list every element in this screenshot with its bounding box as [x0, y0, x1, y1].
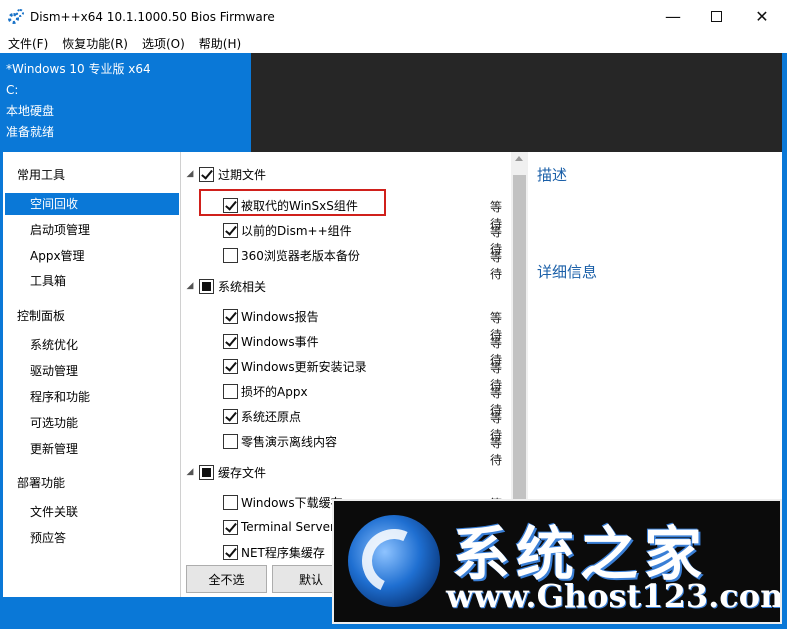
disk-type: 本地硬盘: [6, 104, 55, 118]
list-item[interactable]: 以前的Dism++组件: [223, 219, 352, 241]
item-label: 360浏览器老版本备份: [241, 248, 360, 263]
sidebar-item-file-association[interactable]: 文件关联: [5, 501, 179, 523]
item-checkbox[interactable]: [223, 247, 238, 263]
item-label: 以前的Dism++组件: [241, 223, 352, 238]
item-label: 损坏的Appx: [241, 384, 308, 399]
item-checkbox[interactable]: [223, 433, 238, 449]
group-checkbox[interactable]: [199, 166, 214, 182]
menu-file[interactable]: 文件(F): [8, 35, 48, 52]
watermark-logo-icon: [348, 515, 440, 607]
collapse-icon[interactable]: ◢: [181, 281, 199, 291]
sidebar-item-system-optimize[interactable]: 系统优化: [5, 334, 179, 356]
highlight-annotation: [199, 189, 386, 216]
sidebar-item-space-cleanup[interactable]: 空间回收: [5, 193, 179, 215]
list-item[interactable]: Windows下载缓存: [223, 491, 343, 513]
item-status: 等待: [490, 436, 503, 467]
collapse-icon[interactable]: ◢: [181, 169, 199, 179]
item-checkbox[interactable]: [223, 333, 238, 349]
sidebar-item-startup[interactable]: 启动项管理: [5, 219, 179, 241]
group-label: 缓存文件: [218, 465, 267, 480]
right-border: [782, 53, 787, 629]
details-heading: 详细信息: [537, 263, 598, 281]
list-item[interactable]: Terminal Server: [223, 516, 335, 538]
list-item[interactable]: Windows事件: [223, 330, 319, 352]
group-checkbox[interactable]: [199, 278, 214, 294]
session-list-area: [251, 53, 782, 152]
watermark-banner: 系统之家 www.Ghost123.com: [332, 499, 782, 624]
minimize-button[interactable]: —: [650, 0, 696, 33]
list-item[interactable]: NET程序集缓存: [223, 541, 325, 563]
sidebar-item-drivers[interactable]: 驱动管理: [5, 360, 179, 382]
item-label: Windows更新安装记录: [241, 359, 367, 374]
item-status: 等待: [490, 250, 503, 281]
item-label: NET程序集缓存: [241, 545, 325, 560]
collapse-icon[interactable]: ◢: [181, 467, 199, 477]
list-item[interactable]: 零售演示离线内容: [223, 430, 337, 452]
maximize-button[interactable]: [693, 0, 739, 33]
sidebar-item-appx[interactable]: Appx管理: [5, 245, 179, 267]
group-checkbox[interactable]: [199, 464, 214, 480]
sidebar-item-answer-file[interactable]: 预应答: [5, 527, 179, 549]
item-label: Terminal Server: [241, 520, 335, 534]
gear-icon: [8, 8, 24, 25]
list-item[interactable]: Windows更新安装记录: [223, 355, 367, 377]
watermark-url: www.Ghost123.com: [446, 577, 782, 615]
group-label: 过期文件: [218, 167, 267, 182]
menu-bar: 文件(F) 恢复功能(R) 选项(O) 帮助(H): [0, 33, 787, 53]
sidebar-item-updates[interactable]: 更新管理: [5, 438, 179, 460]
sidebar-item-programs[interactable]: 程序和功能: [5, 386, 179, 408]
item-label: Windows下载缓存: [241, 495, 343, 510]
item-label: Windows事件: [241, 334, 319, 349]
sidebar-section-deploy: 部署功能: [17, 476, 66, 490]
app-window: Dism++x64 10.1.1000.50 Bios Firmware — ✕…: [0, 0, 787, 629]
sidebar-item-toolbox[interactable]: 工具箱: [5, 270, 179, 292]
item-checkbox[interactable]: [223, 222, 238, 238]
group-cache-files[interactable]: ◢ 缓存文件: [181, 461, 266, 483]
sidebar-section-control-panel: 控制面板: [17, 309, 66, 323]
sidebar: 常用工具 空间回收 启动项管理 Appx管理 工具箱 控制面板 系统优化 驱动管…: [3, 152, 181, 597]
scroll-up-icon[interactable]: [515, 156, 523, 161]
list-item[interactable]: 系统还原点: [223, 405, 301, 427]
item-checkbox[interactable]: [223, 544, 238, 560]
list-item[interactable]: Windows报告: [223, 305, 319, 327]
session-info-panel[interactable]: *Windows 10 专业版 x64 C: 本地硬盘 准备就绪: [0, 53, 251, 152]
item-checkbox[interactable]: [223, 519, 238, 535]
group-system-related[interactable]: ◢ 系统相关: [181, 275, 266, 297]
list-item[interactable]: 损坏的Appx: [223, 380, 308, 402]
item-label: 零售演示离线内容: [241, 434, 338, 449]
item-label: Windows报告: [241, 309, 319, 324]
close-icon: ✕: [755, 7, 769, 26]
description-heading: 描述: [537, 166, 568, 184]
menu-restore[interactable]: 恢复功能(R): [62, 35, 128, 52]
maximize-icon: [710, 11, 722, 22]
minimize-icon: —: [665, 7, 681, 26]
list-item[interactable]: 360浏览器老版本备份: [223, 244, 360, 266]
drive-letter: C:: [6, 83, 19, 97]
os-name: *Windows 10 专业版 x64: [6, 62, 151, 76]
item-label: 系统还原点: [241, 409, 302, 424]
group-label: 系统相关: [218, 279, 267, 294]
menu-options[interactable]: 选项(O): [142, 35, 185, 52]
status-text: 准备就绪: [6, 125, 55, 139]
close-button[interactable]: ✕: [739, 0, 785, 33]
item-checkbox[interactable]: [223, 383, 238, 399]
item-checkbox[interactable]: [223, 408, 238, 424]
group-expired-files[interactable]: ◢ 过期文件: [181, 163, 266, 185]
sidebar-section-common-tools: 常用工具: [17, 168, 66, 182]
menu-help[interactable]: 帮助(H): [199, 35, 241, 52]
scrollbar-thumb[interactable]: [513, 175, 526, 510]
window-title: Dism++x64 10.1.1000.50 Bios Firmware: [30, 9, 275, 24]
deselect-all-button[interactable]: 全不选: [186, 565, 267, 593]
item-checkbox[interactable]: [223, 494, 238, 510]
sidebar-item-optional-features[interactable]: 可选功能: [5, 412, 179, 434]
item-checkbox[interactable]: [223, 358, 238, 374]
item-checkbox[interactable]: [223, 308, 238, 324]
